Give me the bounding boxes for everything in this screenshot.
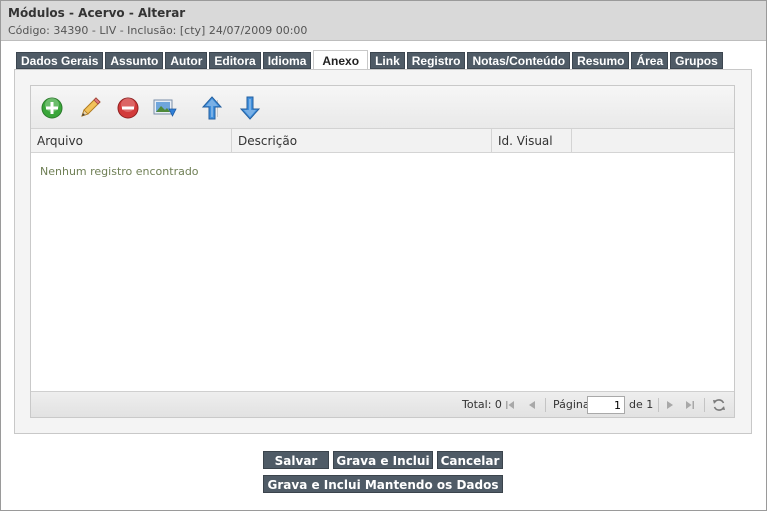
pager-separator <box>658 398 659 412</box>
page-number-input[interactable] <box>587 396 625 414</box>
tab-bar: Dados Gerais Assunto Autor Editora Idiom… <box>16 50 725 70</box>
last-page-button[interactable] <box>683 397 697 413</box>
tab-autor[interactable]: Autor <box>165 52 208 69</box>
move-down-arrow-icon <box>240 96 260 120</box>
import-button[interactable] <box>153 96 177 120</box>
tab-resumo[interactable]: Resumo <box>572 52 630 69</box>
edit-pencil-icon <box>81 97 101 117</box>
move-up-arrow-icon <box>202 96 222 120</box>
delete-icon <box>117 97 139 119</box>
import-image-icon <box>153 99 177 117</box>
tab-editora[interactable]: Editora <box>209 52 261 69</box>
pager-separator <box>704 398 705 412</box>
column-header-id-visual[interactable]: Id. Visual <box>492 129 572 152</box>
tab-assunto[interactable]: Assunto <box>105 52 164 69</box>
prev-page-button[interactable] <box>525 397 539 413</box>
next-page-icon <box>667 401 673 409</box>
first-page-icon <box>506 401 514 409</box>
page-header: Módulos - Acervo - Alterar Código: 34390… <box>1 1 766 41</box>
edit-button[interactable] <box>78 96 102 120</box>
pager-separator <box>545 398 546 412</box>
save-button[interactable]: Salvar <box>263 451 329 469</box>
grid-pager: Total: 0 Página de 1 <box>31 391 734 417</box>
tab-idioma[interactable]: Idioma <box>262 52 312 69</box>
page-total-label: de 1 <box>629 398 654 411</box>
move-down-button[interactable] <box>238 96 262 120</box>
column-header-descricao[interactable]: Descrição <box>232 129 492 152</box>
record-info: Código: 34390 - LIV - Inclusão: [cty] 24… <box>8 24 308 37</box>
grid-toolbar <box>31 86 734 129</box>
page-title: Módulos - Acervo - Alterar <box>8 6 186 20</box>
last-page-icon <box>686 401 694 409</box>
attachments-grid: Arquivo Descrição Id. Visual Nenhum regi… <box>30 85 735 418</box>
first-page-button[interactable] <box>503 397 517 413</box>
tab-notas-conteudo[interactable]: Notas/Conteúdo <box>467 52 571 69</box>
move-up-button[interactable] <box>200 96 224 120</box>
refresh-button[interactable] <box>712 397 726 413</box>
column-header-arquivo[interactable]: Arquivo <box>31 129 232 152</box>
delete-button[interactable] <box>116 96 140 120</box>
page-label: Página <box>553 398 590 411</box>
prev-page-icon <box>529 401 535 409</box>
refresh-icon <box>713 399 725 411</box>
add-button[interactable] <box>40 96 64 120</box>
save-and-add-button[interactable]: Grava e Inclui <box>333 451 433 469</box>
add-icon <box>41 97 63 119</box>
tab-grupos[interactable]: Grupos <box>670 52 723 69</box>
empty-grid-message: Nenhum registro encontrado <box>40 165 199 178</box>
save-add-keep-data-button[interactable]: Grava e Inclui Mantendo os Dados <box>263 475 503 493</box>
total-count: Total: 0 <box>462 398 502 411</box>
tab-area[interactable]: Área <box>631 52 669 69</box>
grid-column-headers: Arquivo Descrição Id. Visual <box>31 129 734 153</box>
window-frame: Módulos - Acervo - Alterar Código: 34390… <box>0 0 767 511</box>
next-page-button[interactable] <box>663 397 677 413</box>
cancel-button[interactable]: Cancelar <box>437 451 503 469</box>
tab-link[interactable]: Link <box>370 52 405 69</box>
tab-registro[interactable]: Registro <box>406 52 466 69</box>
tab-anexo[interactable]: Anexo <box>313 50 369 69</box>
tab-dados-gerais[interactable]: Dados Gerais <box>16 52 104 69</box>
